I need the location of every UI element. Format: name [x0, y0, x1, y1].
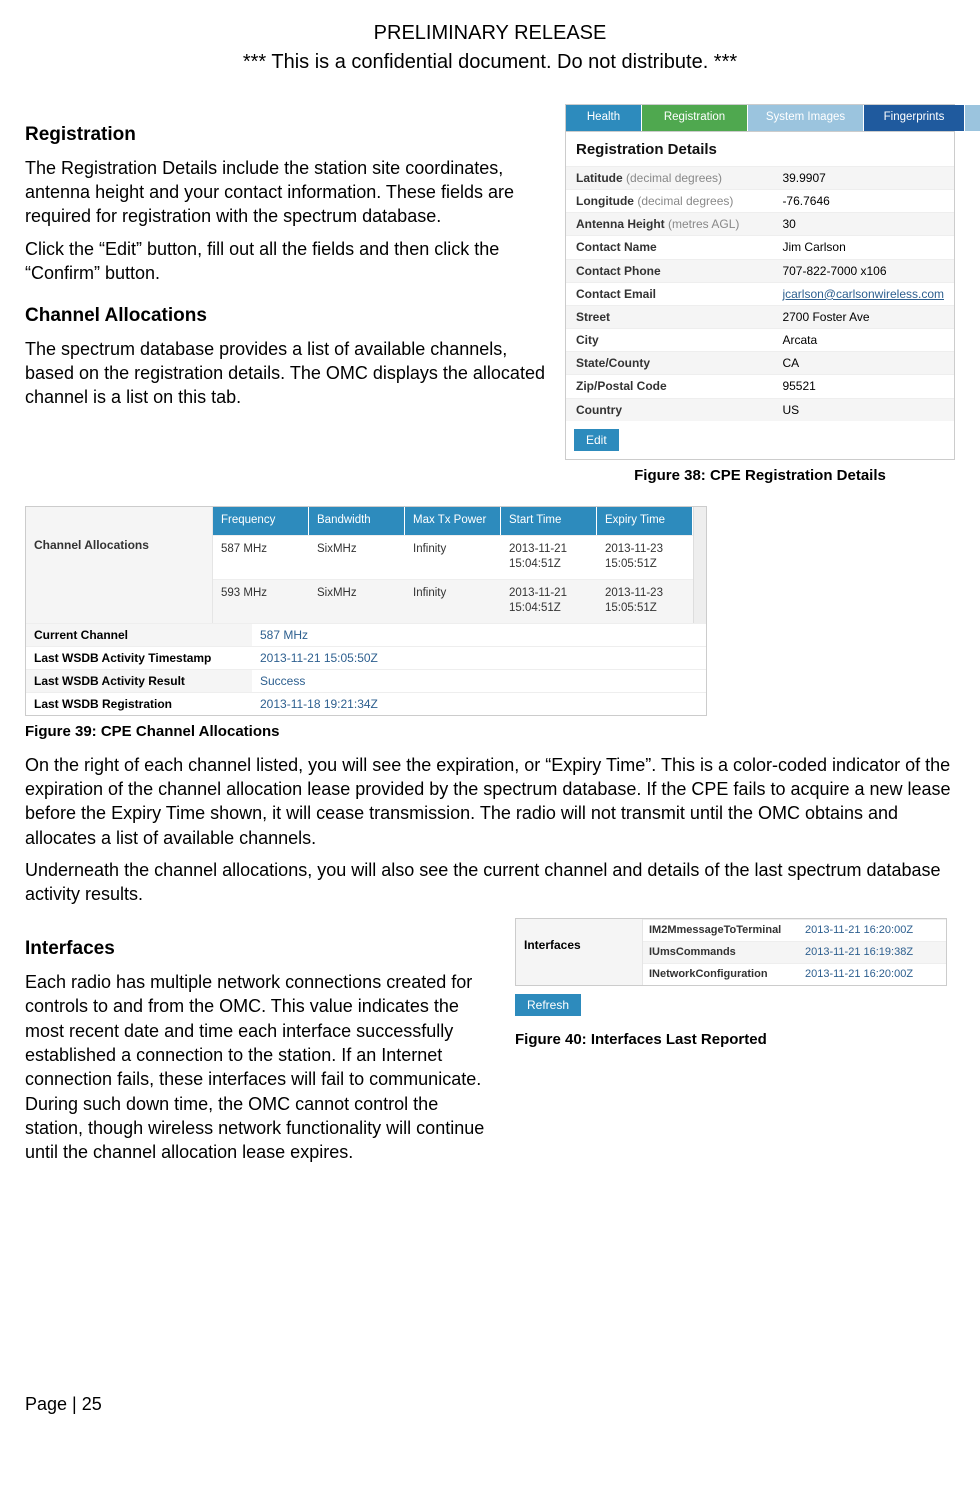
label-contact-name: Contact Name [566, 236, 772, 259]
interface-name: IM2MmessageToTerminal [643, 920, 799, 941]
value-longitude: -76.7646 [772, 189, 954, 212]
confidential-notice: *** This is a confidential document. Do … [25, 49, 955, 76]
cell-start: 2013-11-21 15:04:51Z [501, 536, 597, 579]
value-antenna-height: 30 [772, 213, 954, 236]
label-latitude: Latitude [576, 171, 623, 185]
figure-38-caption: Figure 38: CPE Registration Details [565, 466, 955, 486]
col-expiry-time: Expiry Time [597, 507, 693, 535]
scrollbar[interactable] [693, 507, 706, 623]
hint-latitude: (decimal degrees) [626, 171, 722, 185]
registration-details-title: Registration Details [566, 132, 954, 166]
cell-power: Infinity [405, 536, 501, 579]
interfaces-paragraph: Each radio has multiple network connecti… [25, 970, 495, 1164]
col-start-time: Start Time [501, 507, 597, 535]
interface-time: 2013-11-21 16:20:00Z [799, 920, 946, 941]
interface-name: INetworkConfiguration [643, 964, 799, 985]
channel-row: 587 MHz SixMHz Infinity 2013-11-21 15:04… [213, 535, 693, 579]
label-state: State/County [566, 352, 772, 375]
channel-allocations-side-label: Channel Allocations [26, 507, 213, 623]
page-number: Page | 25 [25, 1392, 955, 1416]
cell-frequency: 593 MHz [213, 580, 309, 623]
channel-allocations-paragraph-2: On the right of each channel listed, you… [25, 753, 955, 850]
label-longitude: Longitude [576, 194, 634, 208]
value-contact-phone: 707-822-7000 x106 [772, 259, 954, 282]
value-zip: 95521 [772, 375, 954, 398]
value-contact-email[interactable]: jcarlson@carlsonwireless.com [782, 287, 944, 301]
interface-time: 2013-11-21 16:19:38Z [799, 942, 946, 963]
label-last-wsdb-registration: Last WSDB Registration [26, 693, 252, 716]
value-city: Arcata [772, 329, 954, 352]
label-current-channel: Current Channel [26, 623, 252, 646]
value-last-wsdb-activity-result: Success [252, 670, 706, 693]
tab-fingerprints[interactable]: Fingerprints [864, 105, 965, 131]
value-latitude: 39.9907 [772, 166, 954, 189]
tab-overflow[interactable] [965, 105, 980, 131]
hint-antenna-height: (metres AGL) [668, 217, 739, 231]
figure-40-caption: Figure 40: Interfaces Last Reported [515, 1030, 955, 1050]
col-max-tx-power: Max Tx Power [405, 507, 501, 535]
interfaces-side-label: Interfaces [516, 919, 643, 985]
tab-registration[interactable]: Registration [642, 105, 748, 131]
registration-heading: Registration [25, 122, 547, 148]
label-antenna-height: Antenna Height [576, 217, 665, 231]
edit-button[interactable]: Edit [574, 429, 619, 451]
value-current-channel: 587 MHz [252, 623, 706, 646]
refresh-button[interactable]: Refresh [515, 994, 581, 1016]
cell-power: Infinity [405, 580, 501, 623]
value-contact-name: Jim Carlson [772, 236, 954, 259]
channel-allocations-heading: Channel Allocations [25, 303, 547, 329]
channel-allocations-paragraph-1: The spectrum database provides a list of… [25, 337, 547, 410]
label-last-wsdb-activity-timestamp: Last WSDB Activity Timestamp [26, 646, 252, 669]
label-city: City [566, 329, 772, 352]
col-bandwidth: Bandwidth [309, 507, 405, 535]
cell-bandwidth: SixMHz [309, 536, 405, 579]
value-country: US [772, 398, 954, 421]
figure-39-caption: Figure 39: CPE Channel Allocations [25, 722, 955, 742]
channel-allocations-paragraph-3: Underneath the channel allocations, you … [25, 858, 955, 907]
interface-time: 2013-11-21 16:20:00Z [799, 964, 946, 985]
label-street: Street [566, 305, 772, 328]
cell-expiry: 2013-11-23 15:05:51Z [597, 536, 693, 579]
channel-row: 593 MHz SixMHz Infinity 2013-11-21 15:04… [213, 579, 693, 623]
value-last-wsdb-activity-timestamp: 2013-11-21 15:05:50Z [252, 646, 706, 669]
interfaces-panel: Interfaces IM2MmessageToTerminal2013-11-… [515, 918, 947, 986]
cell-bandwidth: SixMHz [309, 580, 405, 623]
interface-name: IUmsCommands [643, 942, 799, 963]
value-state: CA [772, 352, 954, 375]
cell-frequency: 587 MHz [213, 536, 309, 579]
registration-paragraph-2: Click the “Edit” button, fill out all th… [25, 237, 547, 286]
cell-expiry: 2013-11-23 15:05:51Z [597, 580, 693, 623]
col-frequency: Frequency [213, 507, 309, 535]
label-contact-phone: Contact Phone [566, 259, 772, 282]
value-street: 2700 Foster Ave [772, 305, 954, 328]
channel-allocations-panel: Channel Allocations Frequency Bandwidth … [25, 506, 707, 716]
tab-system-images[interactable]: System Images [748, 105, 864, 131]
cell-start: 2013-11-21 15:04:51Z [501, 580, 597, 623]
label-country: Country [566, 398, 772, 421]
interfaces-heading: Interfaces [25, 936, 495, 962]
hint-longitude: (decimal degrees) [637, 194, 733, 208]
registration-details-panel: Health Registration System Images Finger… [565, 104, 955, 460]
label-last-wsdb-activity-result: Last WSDB Activity Result [26, 670, 252, 693]
label-contact-email: Contact Email [566, 282, 772, 305]
tab-health[interactable]: Health [566, 105, 642, 131]
value-last-wsdb-registration: 2013-11-18 19:21:34Z [252, 693, 706, 716]
preliminary-release: PRELIMINARY RELEASE [25, 20, 955, 47]
label-zip: Zip/Postal Code [566, 375, 772, 398]
registration-paragraph-1: The Registration Details include the sta… [25, 156, 547, 229]
